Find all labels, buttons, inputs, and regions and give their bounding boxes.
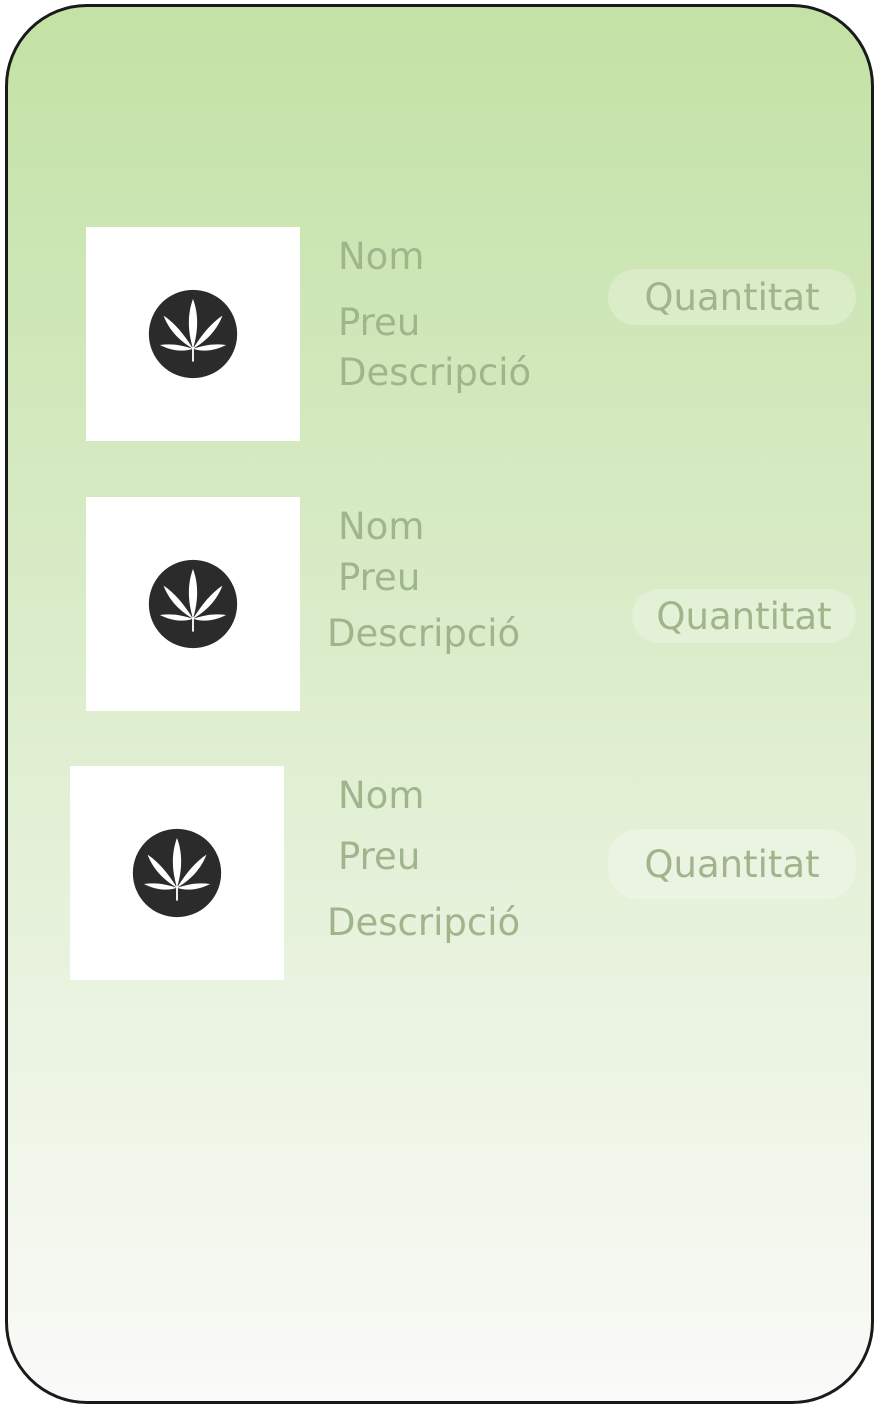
product-item[interactable]: Nom Preu Descripció Quantitat [8,224,871,441]
product-image [86,227,300,441]
product-image [70,766,284,980]
cannabis-leaf-icon [148,289,238,379]
product-description: Descripció [327,612,521,655]
quantity-button[interactable]: Quantitat [608,829,856,899]
product-price: Preu [338,301,421,344]
cannabis-leaf-icon [148,559,238,649]
product-price: Preu [338,835,421,878]
product-item[interactable]: Nom Preu Descripció Quantitat [8,763,871,980]
product-name: Nom [338,774,425,817]
product-description: Descripció [327,901,521,944]
product-price: Preu [338,556,421,599]
cannabis-leaf-icon [132,828,222,918]
phone-screen: Nom Preu Descripció Quantitat Nom Preu D… [5,4,874,1404]
product-image [86,497,300,711]
product-name: Nom [338,505,425,548]
product-item[interactable]: Nom Preu Descripció Quantitat [8,494,871,711]
product-name: Nom [338,235,425,278]
quantity-button[interactable]: Quantitat [608,269,856,325]
quantity-button[interactable]: Quantitat [632,589,856,643]
product-description: Descripció [338,351,532,394]
